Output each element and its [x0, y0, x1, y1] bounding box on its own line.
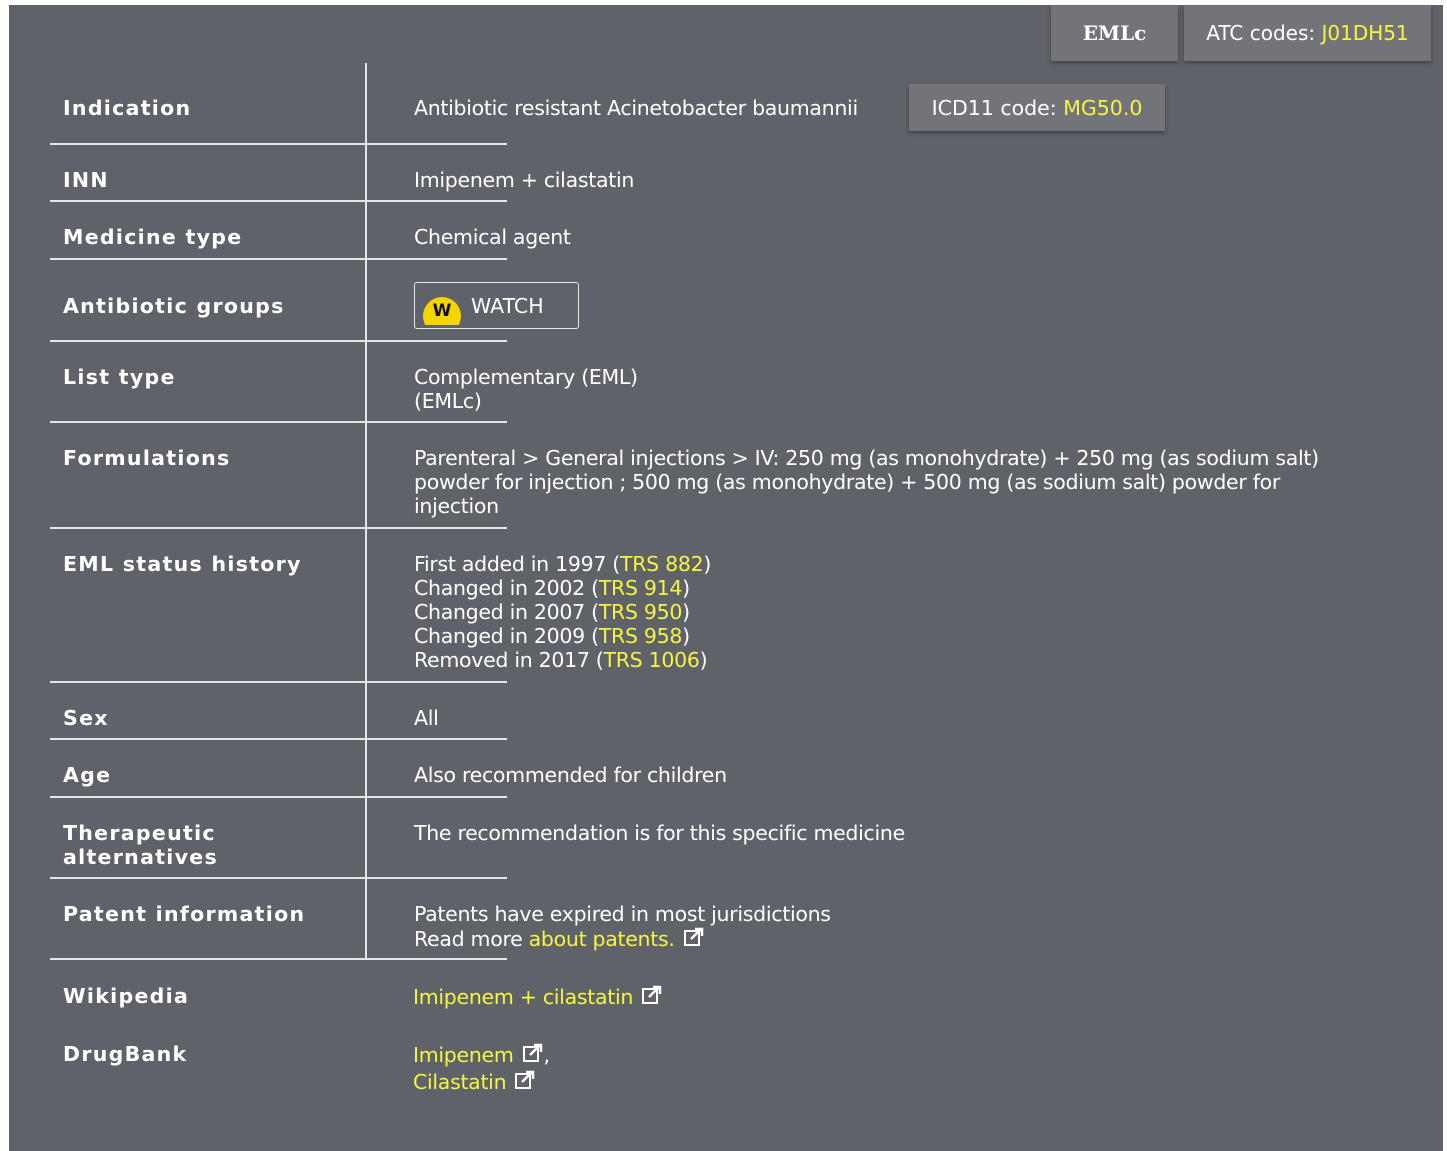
external-link-icon — [683, 926, 705, 953]
antibiotic-groups-label: Antibiotic groups — [63, 294, 285, 318]
sex-value: All — [414, 706, 439, 730]
icd-badge: ICD11 code: MG50.0 — [909, 84, 1165, 131]
row-divider — [50, 958, 507, 960]
icd-code-link[interactable]: MG50.0 — [1063, 96, 1142, 120]
trs-link[interactable]: TRS 958 — [599, 624, 683, 648]
status-entry: Changed in 2002 (TRS 914) — [414, 576, 690, 600]
list-type-label: List type — [63, 365, 176, 389]
row-divider — [50, 200, 507, 202]
therapeutic-alternatives-value: The recommendation is for this specific … — [414, 821, 905, 845]
patent-value: Patents have expired in most jurisdictio… — [414, 902, 831, 953]
icd-label: ICD11 code: — [931, 95, 1064, 120]
external-link-icon — [641, 984, 663, 1011]
drugbank-label: DrugBank — [63, 1042, 188, 1066]
medicine-type-label: Medicine type — [63, 225, 243, 249]
inn-label: INN — [63, 168, 109, 192]
formulations-label: Formulations — [63, 446, 231, 470]
list-type-value: Complementary (EML) (EMLc) — [414, 365, 638, 413]
list-type-line: Complementary (EML) — [414, 365, 638, 389]
trs-link[interactable]: TRS 950 — [599, 600, 683, 624]
status-entry: Changed in 2007 (TRS 950) — [414, 600, 690, 624]
about-patents-link[interactable]: about patents. — [529, 927, 675, 951]
formulations-value: Parenteral > General injections > IV: 25… — [414, 446, 1404, 518]
inn-value: Imipenem + cilastatin — [414, 168, 635, 192]
status-entry: Removed in 2017 (TRS 1006) — [414, 648, 708, 672]
trs-link[interactable]: TRS 882 — [620, 552, 704, 576]
watch-badge-icon: W — [423, 287, 461, 325]
medicine-type-value: Chemical agent — [414, 225, 571, 249]
age-label: Age — [63, 763, 112, 787]
row-divider — [50, 796, 507, 798]
row-divider — [50, 681, 507, 683]
drugbank-link-imipenem[interactable]: Imipenem — [413, 1043, 514, 1067]
list-badge-label: EMLc — [1082, 21, 1147, 45]
row-divider — [50, 340, 507, 342]
formulation-line: injection — [414, 494, 499, 518]
atc-label: ATC codes: — [1206, 21, 1322, 45]
status-history-list: First added in 1997 (TRS 882) Changed in… — [414, 552, 711, 672]
watch-badge-label: WATCH — [471, 293, 544, 318]
status-entry: First added in 1997 (TRS 882) — [414, 552, 712, 576]
row-divider — [50, 258, 507, 260]
wikipedia-link[interactable]: Imipenem + cilastatin — [413, 985, 633, 1009]
list-badge: EMLc — [1051, 5, 1178, 61]
age-value: Also recommended for children — [414, 763, 727, 787]
patent-label: Patent information — [63, 902, 306, 926]
external-link-icon — [514, 1069, 536, 1096]
drugbank-link-cilastatin[interactable]: Cilastatin — [413, 1070, 507, 1094]
row-divider — [50, 143, 507, 145]
drugbank-separator: , — [543, 1043, 551, 1067]
row-divider — [50, 738, 507, 740]
medicine-detail-panel — [9, 5, 1443, 1151]
indication-label: Indication — [63, 96, 192, 120]
atc-badge: ATC codes: J01DH51 — [1184, 5, 1431, 61]
row-divider — [50, 421, 507, 423]
wikipedia-label: Wikipedia — [63, 984, 190, 1008]
status-entry: Changed in 2009 (TRS 958) — [414, 624, 690, 648]
patent-read-more: Read more — [414, 927, 529, 951]
formulation-line: powder for injection ; 500 mg (as monohy… — [414, 470, 1280, 494]
therapeutic-alternatives-label: Therapeutic alternatives — [63, 821, 218, 869]
watch-badge[interactable]: W WATCH — [414, 282, 579, 329]
drugbank-value: Imipenem, Cilastatin — [413, 1042, 550, 1096]
indication-value: Antibiotic resistant Acinetobacter bauma… — [414, 96, 858, 120]
column-divider — [365, 63, 367, 959]
row-divider — [50, 527, 507, 529]
row-divider — [50, 877, 507, 879]
status-history-label: EML status history — [63, 552, 302, 576]
wikipedia-value: Imipenem + cilastatin — [413, 984, 663, 1011]
atc-code-link[interactable]: J01DH51 — [1322, 21, 1409, 45]
patent-text: Patents have expired in most jurisdictio… — [414, 902, 831, 926]
external-link-icon — [522, 1042, 544, 1069]
trs-link[interactable]: TRS 1006 — [604, 648, 700, 672]
sex-label: Sex — [63, 706, 109, 730]
formulation-line: Parenteral > General injections > IV: 25… — [414, 446, 1319, 470]
trs-link[interactable]: TRS 914 — [599, 576, 683, 600]
list-type-line: (EMLc) — [414, 389, 482, 413]
